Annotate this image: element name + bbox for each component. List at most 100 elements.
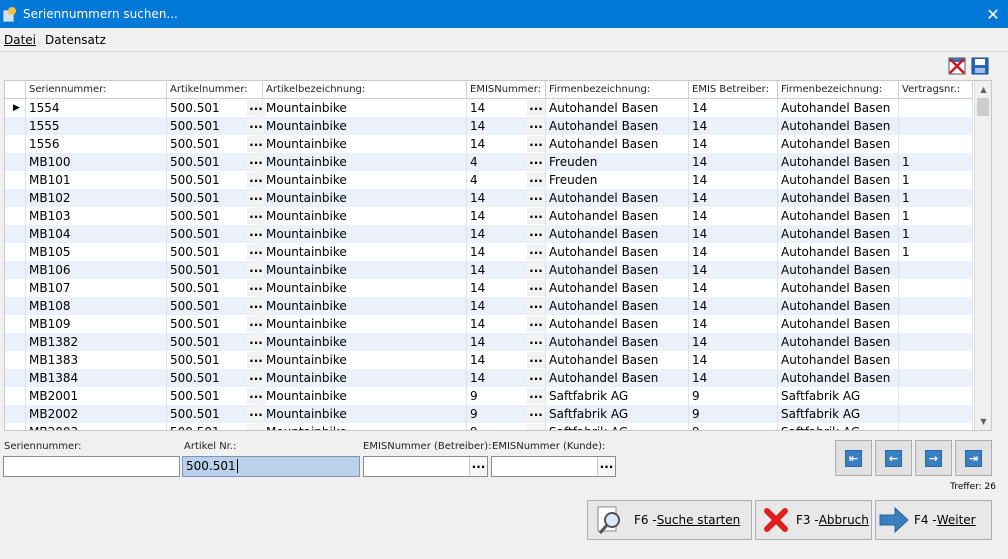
table-cell[interactable]: Autohandel Basen: [546, 117, 689, 135]
table-cell[interactable]: 14: [689, 279, 778, 297]
table-cell[interactable]: Saftfabrik AG: [778, 405, 899, 423]
cell-lookup-button[interactable]: ...: [247, 316, 265, 332]
table-cell[interactable]: Saftfabrik AG: [546, 405, 689, 423]
table-cell[interactable]: 14: [689, 351, 778, 369]
seriennummer-input[interactable]: [3, 456, 180, 477]
row-selector[interactable]: [5, 189, 26, 207]
cell-lookup-button[interactable]: ...: [247, 298, 265, 314]
table-row[interactable]: MB102 500.501 Mountainbike 14 Autohandel Bas…: [5, 189, 973, 207]
row-selector[interactable]: [5, 405, 26, 423]
table-cell[interactable]: MB2002: [26, 405, 167, 423]
vertical-scrollbar[interactable]: ▲ ▼: [974, 81, 991, 430]
row-selector[interactable]: [5, 117, 26, 135]
row-selector[interactable]: [5, 171, 26, 189]
row-selector[interactable]: [5, 351, 26, 369]
table-cell[interactable]: Mountainbike: [263, 333, 467, 351]
table-cell[interactable]: MB102: [26, 189, 167, 207]
table-cell[interactable]: Freuden: [546, 171, 689, 189]
search-start-button[interactable]: F6 - Suche starten: [587, 500, 752, 540]
table-cell[interactable]: 1: [899, 171, 973, 189]
row-selector[interactable]: [5, 369, 26, 387]
table-cell[interactable]: 14: [689, 117, 778, 135]
cell-lookup-button[interactable]: ...: [527, 424, 545, 430]
table-row[interactable]: MB108 500.501 Mountainbike 14 Autohandel Bas…: [5, 297, 973, 315]
table-cell[interactable]: Mountainbike: [263, 189, 467, 207]
table-cell[interactable]: MB107: [26, 279, 167, 297]
table-cell[interactable]: Autohandel Basen: [778, 207, 899, 225]
column-header[interactable]: Firmenbezeichnung:: [546, 81, 689, 99]
table-cell[interactable]: Saftfabrik AG: [778, 423, 899, 430]
cell-lookup-button[interactable]: ...: [247, 370, 265, 386]
table-cell[interactable]: Mountainbike: [263, 297, 467, 315]
table-cell[interactable]: [899, 333, 973, 351]
table-cell[interactable]: 14: [689, 135, 778, 153]
table-cell[interactable]: Mountainbike: [263, 261, 467, 279]
row-selector[interactable]: [5, 135, 26, 153]
table-cell[interactable]: Mountainbike: [263, 423, 467, 430]
table-cell[interactable]: 14: [689, 261, 778, 279]
table-row[interactable]: MB2002 500.501 Mountainbike 9 Saftfabrik AG 9…: [5, 405, 973, 423]
table-row[interactable]: MB2003500.501Mountainbike9Saftfabrik AG9…: [5, 423, 973, 430]
current-row-indicator-icon[interactable]: ▶: [5, 99, 26, 117]
table-row[interactable]: MB101 500.501 Mountainbike 4 Freuden 14 Autoha…: [5, 171, 973, 189]
table-cell[interactable]: 14: [689, 225, 778, 243]
cell-lookup-button[interactable]: ...: [247, 190, 265, 206]
table-cell[interactable]: 1554: [26, 99, 167, 117]
table-cell[interactable]: Autohandel Basen: [546, 279, 689, 297]
table-cell[interactable]: Autohandel Basen: [778, 261, 899, 279]
table-cell[interactable]: [899, 387, 973, 405]
delete-x-icon[interactable]: [948, 57, 966, 75]
cell-lookup-button[interactable]: ...: [527, 298, 545, 314]
table-cell[interactable]: MB100: [26, 153, 167, 171]
table-cell[interactable]: Autohandel Basen: [778, 351, 899, 369]
table-cell[interactable]: Autohandel Basen: [546, 207, 689, 225]
nav-first-button[interactable]: ⇤: [835, 440, 872, 476]
cell-lookup-button[interactable]: ...: [247, 226, 265, 242]
table-row[interactable]: MB109 500.501 Mountainbike 14 Autohandel Bas…: [5, 315, 973, 333]
table-cell[interactable]: 14: [689, 189, 778, 207]
menu-datei[interactable]: Datei: [4, 33, 36, 47]
column-header[interactable]: Artikelbezeichnung:: [263, 81, 467, 99]
table-cell[interactable]: Autohandel Basen: [546, 243, 689, 261]
cell-lookup-button[interactable]: ...: [527, 154, 545, 170]
table-row[interactable]: MB1384 500.501 Mountainbike 14 Autohandel Ba…: [5, 369, 973, 387]
table-cell[interactable]: MB105: [26, 243, 167, 261]
table-cell[interactable]: 9: [689, 405, 778, 423]
cell-lookup-button[interactable]: ...: [527, 388, 545, 404]
table-cell[interactable]: Autohandel Basen: [546, 189, 689, 207]
cell-lookup-button[interactable]: ...: [527, 244, 545, 260]
table-cell[interactable]: Autohandel Basen: [778, 297, 899, 315]
cell-lookup-button[interactable]: ...: [527, 208, 545, 224]
column-header[interactable]: Firmenbezeichnung:: [778, 81, 899, 99]
table-cell[interactable]: 14: [689, 99, 778, 117]
table-cell[interactable]: Mountainbike: [263, 117, 467, 135]
table-cell[interactable]: [899, 135, 973, 153]
row-selector[interactable]: [5, 333, 26, 351]
row-selector[interactable]: [5, 279, 26, 297]
scroll-thumb[interactable]: [977, 98, 989, 116]
table-cell[interactable]: Mountainbike: [263, 207, 467, 225]
table-cell[interactable]: Saftfabrik AG: [778, 387, 899, 405]
emis-kunde-lookup-button[interactable]: ...: [597, 457, 615, 476]
table-cell[interactable]: MB109: [26, 315, 167, 333]
cell-lookup-button[interactable]: ...: [247, 172, 265, 188]
table-cell[interactable]: 14: [689, 171, 778, 189]
row-selector[interactable]: [5, 315, 26, 333]
nav-prev-button[interactable]: ←: [875, 440, 912, 476]
cell-lookup-button[interactable]: ...: [527, 190, 545, 206]
table-row[interactable]: 1556 500.501 Mountainbike 14 Autohandel Base…: [5, 135, 973, 153]
table-cell[interactable]: Mountainbike: [263, 369, 467, 387]
row-selector[interactable]: [5, 225, 26, 243]
table-row[interactable]: MB2001 500.501 Mountainbike 9 Saftfabrik AG 9…: [5, 387, 973, 405]
table-cell[interactable]: Autohandel Basen: [778, 153, 899, 171]
row-selector[interactable]: [5, 297, 26, 315]
cell-lookup-button[interactable]: ...: [527, 334, 545, 350]
table-cell[interactable]: MB101: [26, 171, 167, 189]
table-cell[interactable]: [899, 99, 973, 117]
cell-lookup-button[interactable]: ...: [247, 406, 265, 422]
table-cell[interactable]: Mountainbike: [263, 171, 467, 189]
table-cell[interactable]: 1: [899, 153, 973, 171]
cell-lookup-button[interactable]: ...: [527, 316, 545, 332]
cell-lookup-button[interactable]: ...: [247, 100, 265, 116]
row-selector[interactable]: [5, 207, 26, 225]
